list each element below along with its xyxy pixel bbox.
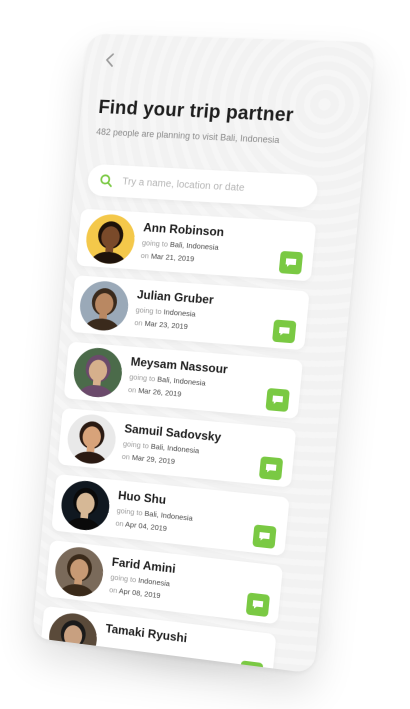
partner-destination-line: going to Indonesia xyxy=(135,305,196,318)
partner-card[interactable]: Samuil Sadovsky going to Bali, Indonesia… xyxy=(58,408,297,488)
going-label: going to xyxy=(142,238,169,249)
message-button[interactable] xyxy=(265,388,289,412)
partner-destination: Bali, Indonesia xyxy=(157,375,206,388)
avatar xyxy=(53,545,105,599)
going-label: going to xyxy=(129,372,156,383)
chat-icon xyxy=(271,394,284,405)
avatar xyxy=(59,479,111,533)
avatar xyxy=(84,213,137,265)
chat-icon xyxy=(278,326,291,337)
partner-card[interactable]: Ann Robinson going to Bali, Indonesia on… xyxy=(76,209,316,282)
date-label: on xyxy=(140,251,149,260)
avatar xyxy=(78,280,131,333)
date-label: on xyxy=(121,452,130,462)
partner-card[interactable]: Julian Gruber going to Indonesia on Mar … xyxy=(70,275,310,350)
date-label: on xyxy=(134,318,143,327)
partner-date-line: on Mar 21, 2019 xyxy=(140,251,194,263)
partner-card[interactable]: Meysam Nassour going to Bali, Indonesia … xyxy=(64,342,303,419)
message-button[interactable] xyxy=(259,456,283,480)
partner-date: Mar 21, 2019 xyxy=(151,252,195,264)
chevron-left-icon[interactable] xyxy=(104,52,121,68)
partner-destination-line: going to Bali, Indonesia xyxy=(142,238,219,252)
chat-icon xyxy=(264,463,277,474)
partner-date: Mar 26, 2019 xyxy=(138,386,182,399)
partner-date: Mar 29, 2019 xyxy=(132,453,176,466)
search-input[interactable] xyxy=(120,175,314,198)
partner-date-line: on Mar 23, 2019 xyxy=(134,318,188,331)
going-label: going to xyxy=(135,305,162,316)
partner-date: Apr 04, 2019 xyxy=(125,520,168,533)
partner-name: Ann Robinson xyxy=(143,220,225,239)
partner-date: Apr 08, 2019 xyxy=(118,586,160,600)
partner-date: Mar 23, 2019 xyxy=(144,319,188,331)
chat-icon xyxy=(251,599,264,610)
chat-icon xyxy=(284,257,297,268)
partner-date-line: on Apr 04, 2019 xyxy=(115,519,167,533)
partner-destination: Indonesia xyxy=(138,576,171,589)
search-icon xyxy=(99,173,114,187)
stage: Find your trip partner 482 people are pl… xyxy=(0,0,410,709)
partner-date-line: on Mar 26, 2019 xyxy=(128,385,182,399)
partner-date-line: on Apr 08, 2019 xyxy=(109,585,161,600)
partner-name: Tamaki Ryushi xyxy=(105,621,188,645)
avatar xyxy=(65,412,117,465)
partner-destination: Bali, Indonesia xyxy=(151,442,200,456)
avatar xyxy=(72,346,124,399)
chat-icon xyxy=(258,531,271,542)
partner-destination: Bali, Indonesia xyxy=(170,240,219,252)
page-title: Find your trip partner xyxy=(98,97,295,127)
partner-list: Ann Robinson going to Bali, Indonesia on… xyxy=(38,209,316,674)
going-label: going to xyxy=(123,439,150,450)
partner-name: Julian Gruber xyxy=(136,287,214,306)
partner-destination: Indonesia xyxy=(163,307,196,318)
date-label: on xyxy=(115,519,124,529)
date-label: on xyxy=(109,585,118,595)
partner-destination: Bali, Indonesia xyxy=(144,509,193,523)
going-label: going to xyxy=(116,506,143,518)
message-button[interactable] xyxy=(252,524,276,548)
partner-name: Huo Shu xyxy=(118,488,167,507)
message-button[interactable] xyxy=(272,319,296,343)
search-bar[interactable] xyxy=(87,164,319,208)
page-subtitle: 482 people are planning to visit Bali, I… xyxy=(96,127,280,145)
date-label: on xyxy=(128,385,137,395)
going-label: going to xyxy=(110,572,137,584)
message-button[interactable] xyxy=(279,251,303,275)
message-button[interactable] xyxy=(246,592,270,617)
partner-date-line: on Mar 29, 2019 xyxy=(121,452,175,466)
